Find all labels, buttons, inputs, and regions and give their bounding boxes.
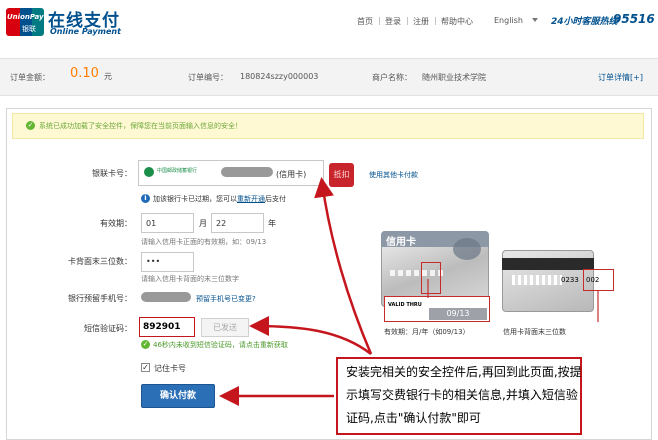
arrow-to-sms	[249, 316, 372, 355]
arrow-to-card	[314, 177, 373, 355]
instruction-text: 安装完相关的安全控件后,再回到此页面,按提示填写交费银行卡的相关信息,并填入短信…	[346, 365, 582, 425]
